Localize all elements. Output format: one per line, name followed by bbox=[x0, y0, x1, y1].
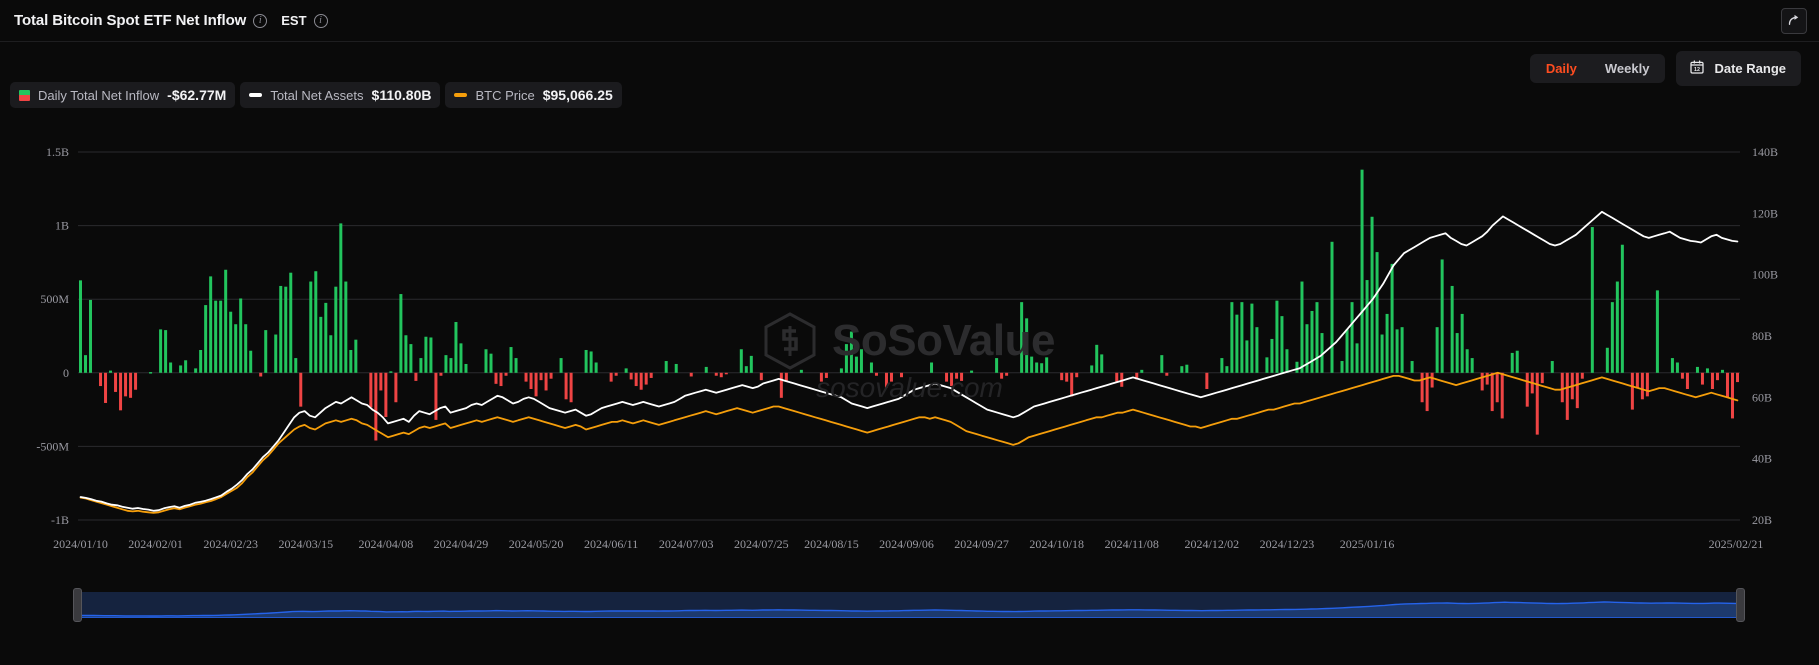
tab-daily[interactable]: Daily bbox=[1533, 57, 1590, 80]
svg-text:2025/02/21: 2025/02/21 bbox=[1709, 537, 1764, 551]
chart-controls: Daily Weekly 12 Date Range bbox=[1529, 51, 1801, 86]
split-green-red-swatch-icon bbox=[19, 89, 30, 101]
svg-text:2024/11/08: 2024/11/08 bbox=[1105, 537, 1159, 551]
range-slider-handle-right[interactable] bbox=[1736, 588, 1745, 622]
orange-line-swatch-icon bbox=[454, 93, 468, 97]
svg-text:0: 0 bbox=[63, 366, 69, 380]
svg-text:2024/07/25: 2024/07/25 bbox=[734, 537, 789, 551]
svg-text:2024/09/06: 2024/09/06 bbox=[879, 537, 934, 551]
svg-text:40B: 40B bbox=[1752, 452, 1772, 466]
title-info-icon[interactable]: i bbox=[253, 13, 268, 28]
etf-inflow-chart-page: Total Bitcoin Spot ETF Net Inflow i EST … bbox=[0, 0, 1819, 665]
svg-text:2025/01/16: 2025/01/16 bbox=[1340, 537, 1395, 551]
tab-weekly[interactable]: Weekly bbox=[1592, 57, 1663, 80]
legend-label-2: BTC Price bbox=[475, 87, 535, 103]
svg-text:2024/02/23: 2024/02/23 bbox=[203, 537, 258, 551]
page-header: Total Bitcoin Spot ETF Net Inflow i EST … bbox=[0, 0, 1819, 42]
svg-text:1.5B: 1.5B bbox=[46, 145, 69, 159]
chart-svg[interactable]: 1.5B 1B 500M 0 -500M -1B 140B 120B 100B 80B 60B 40B… bbox=[0, 120, 1819, 595]
legend-value-0: -$62.77M bbox=[167, 87, 227, 103]
svg-text:2024/04/29: 2024/04/29 bbox=[434, 537, 489, 551]
date-range-label: Date Range bbox=[1714, 61, 1786, 76]
svg-text:120B: 120B bbox=[1752, 206, 1778, 220]
legend-label-1: Total Net Assets bbox=[270, 87, 364, 103]
svg-text:2024/06/11: 2024/06/11 bbox=[584, 537, 638, 551]
timezone-label: EST bbox=[281, 13, 307, 28]
range-slider-handle-left[interactable] bbox=[73, 588, 82, 622]
svg-text:20B: 20B bbox=[1752, 513, 1772, 527]
svg-text:2024/12/23: 2024/12/23 bbox=[1260, 537, 1315, 551]
svg-text:2024/12/02: 2024/12/02 bbox=[1185, 537, 1240, 551]
svg-text:12: 12 bbox=[1695, 67, 1701, 73]
share-icon[interactable] bbox=[1781, 7, 1807, 34]
svg-text:2024/01/10: 2024/01/10 bbox=[53, 537, 108, 551]
legend-label-0: Daily Total Net Inflow bbox=[38, 87, 160, 103]
svg-text:2024/02/01: 2024/02/01 bbox=[128, 537, 183, 551]
svg-text:2024/08/15: 2024/08/15 bbox=[804, 537, 859, 551]
svg-text:-500M: -500M bbox=[36, 439, 69, 453]
svg-text:100B: 100B bbox=[1752, 268, 1778, 282]
legend-item-daily-net-inflow[interactable]: Daily Total Net Inflow -$62.77M bbox=[10, 82, 236, 108]
white-line-swatch-icon bbox=[249, 93, 263, 97]
svg-text:2024/03/15: 2024/03/15 bbox=[278, 537, 333, 551]
svg-text:2024/09/27: 2024/09/27 bbox=[954, 537, 1009, 551]
legend-item-btc-price[interactable]: BTC Price $95,066.25 bbox=[445, 82, 622, 108]
legend-value-2: $95,066.25 bbox=[542, 87, 613, 103]
svg-text:-1B: -1B bbox=[51, 513, 69, 527]
date-range-button[interactable]: 12 Date Range bbox=[1676, 51, 1801, 86]
range-slider[interactable] bbox=[73, 588, 1745, 622]
calendar-icon: 12 bbox=[1689, 59, 1705, 78]
legend-item-total-net-assets[interactable]: Total Net Assets $110.80B bbox=[240, 82, 441, 108]
svg-text:2024/10/18: 2024/10/18 bbox=[1029, 537, 1084, 551]
svg-text:1B: 1B bbox=[55, 219, 69, 233]
svg-text:500M: 500M bbox=[40, 292, 69, 306]
svg-text:80B: 80B bbox=[1752, 329, 1772, 343]
svg-text:2024/04/08: 2024/04/08 bbox=[359, 537, 414, 551]
svg-text:2024/07/03: 2024/07/03 bbox=[659, 537, 714, 551]
chart-area[interactable]: SoSoValue sosovalue.com 1.5B 1B 500M 0 -500M… bbox=[0, 120, 1819, 595]
svg-text:60B: 60B bbox=[1752, 390, 1772, 404]
legend-value-1: $110.80B bbox=[371, 87, 432, 103]
frequency-toggle-group: Daily Weekly bbox=[1529, 54, 1666, 83]
range-slider-preview bbox=[77, 601, 1741, 619]
svg-text:2024/05/20: 2024/05/20 bbox=[509, 537, 564, 551]
svg-text:140B: 140B bbox=[1752, 145, 1778, 159]
timezone-info-icon[interactable]: i bbox=[313, 13, 328, 28]
chart-legend: Daily Total Net Inflow -$62.77M Total Ne… bbox=[10, 82, 622, 108]
page-title: Total Bitcoin Spot ETF Net Inflow bbox=[14, 12, 247, 29]
